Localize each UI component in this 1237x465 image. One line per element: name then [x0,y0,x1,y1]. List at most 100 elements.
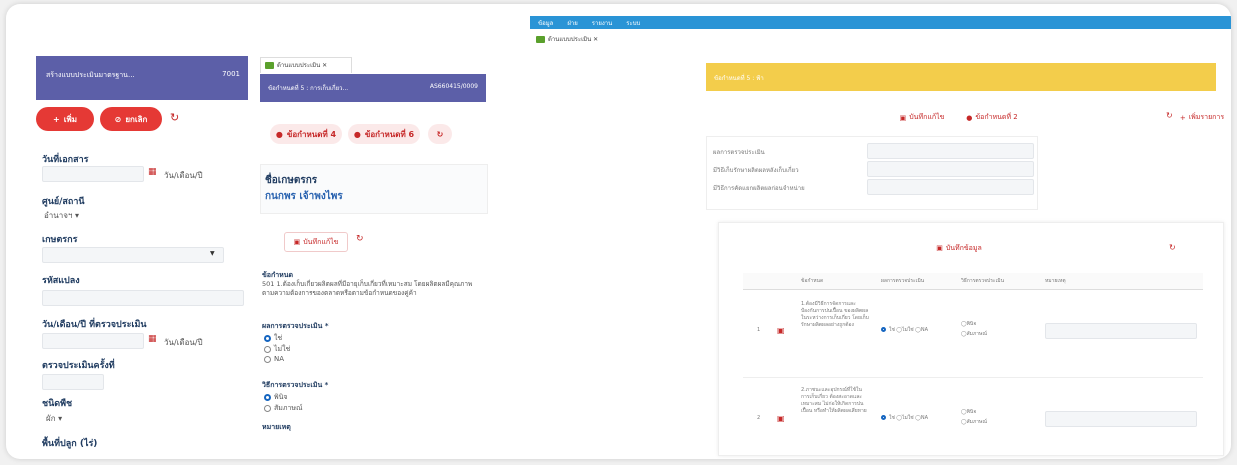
info-label-1: ผลการตรวจประเมิน [713,149,765,156]
save-icon: ▣ [936,244,943,252]
farmer-select[interactable] [42,247,224,263]
row-number: 2 [757,415,761,421]
row-method-1[interactable]: ◯พินิจ [961,321,976,328]
method-option-inspect-label: พินิจ [274,393,288,401]
row-result[interactable]: ใช่ ◯ไม่ใช่ ◯NA [881,327,928,334]
method-option-interview[interactable]: สัมภาษณ์ [264,403,303,414]
col-header-note: หมายเหตุ [1045,278,1066,284]
right-tab[interactable]: ด้านแบบประเมิน ✕ [536,34,598,44]
row-note-input[interactable] [1045,411,1197,427]
cancel-button[interactable]: ⊘ ยกเลิก [100,107,162,131]
calendar-icon[interactable]: ▦ [148,334,157,344]
row-method-1[interactable]: ◯พินิจ [961,409,976,416]
add-item-button[interactable]: + เพิ่มรายการ [1176,110,1228,125]
nav-item-data[interactable]: ข้อมูล [538,18,553,28]
crop-select-value: ผัก [46,414,56,423]
assessor-label: ตรวจประเมินครั้งที่ [42,361,115,371]
inner-save-button[interactable]: ▣ บันทึกข้อมูล [931,241,987,255]
info-label-3: มีวิธีการคัดแยกผลิตผลก่อนจำหน่าย [713,185,805,192]
sheet-icon [265,62,274,69]
info-value-2 [867,161,1034,177]
add-button[interactable]: + เพิ่ม [36,107,94,131]
requirement-text: 501 1.ต้องเก็บเกี่ยวผลิตผลที่มีอายุเก็บเ… [262,280,473,297]
add-button-label: เพิ่ม [63,114,77,124]
plot-input[interactable] [42,290,244,306]
circle-icon: ● [966,113,973,122]
requirement-6-label: ข้อกำหนดที่ 6 [364,129,415,139]
result-option-na[interactable]: NA [264,355,284,363]
radio-selected [264,393,271,401]
refresh-icon[interactable]: ↻ [1169,243,1176,252]
result-option-no-label: ไม่ใช่ [274,345,291,353]
crop-select[interactable]: ผัก ▾ [46,412,62,425]
requirement-6-button[interactable]: ● ข้อกำหนดที่ 6 [348,124,420,144]
center-select[interactable]: อำนาจฯ ▾ [44,209,79,222]
sheet-icon [536,36,545,43]
crop-label: ชนิดพืช [42,399,73,409]
refresh-icon[interactable]: ↻ [170,111,179,124]
radio-selected [264,334,271,342]
doc-date-input[interactable] [42,166,144,182]
save-edit-button[interactable]: ▣ บันทึกแก้ไข [284,232,348,252]
table-row: 2 ▣ 2.ภาชนะและอุปกรณ์ที่ใช้ในการเก็บเกี่… [743,381,1203,455]
center-select-value: อำนาจฯ [44,211,73,220]
row-result-text: ใช่ ◯ไม่ใช่ ◯NA [889,415,929,421]
refresh-icon[interactable]: ↻ [356,234,364,244]
nav-item-dept[interactable]: ฝ่าย [567,18,577,28]
right-save-label: บันทึกแก้ไข [909,113,945,121]
radio-selected [881,415,886,420]
close-icon[interactable]: ✕ [322,62,327,69]
inner-save-label: บันทึกข้อมูล [945,243,982,252]
requirement-2-button[interactable]: ● ข้อกำหนดที่ 2 [956,110,1028,125]
edit-icon[interactable]: ▣ [777,414,785,423]
refresh-button[interactable]: ↻ [428,124,452,144]
chevron-down-icon: ▼ [210,250,215,257]
result-option-yes[interactable]: ใช่ [264,333,282,344]
save-icon: ▣ [293,238,301,246]
table-row: 1 ▣ 1.ต้องมีวิธีการจัดการและป้องกันการปน… [743,293,1203,378]
row-number: 1 [757,327,761,333]
farmer-name: กนกพร เจ้าพงไพร [265,191,343,202]
result-option-no[interactable]: ไม่ใช่ [264,344,290,355]
farmer-card: ชื่อเกษตรกร กนกพร เจ้าพงไพร [260,164,488,214]
row-result[interactable]: ใช่ ◯ไม่ใช่ ◯NA [881,415,928,422]
info-value-3 [867,179,1034,195]
requirement-4-button[interactable]: ● ข้อกำหนดที่ 4 [270,124,342,144]
left-header: สร้างแบบประเมินมาตรฐาน... 7001 [36,56,248,100]
calendar-icon[interactable]: ▦ [148,167,157,177]
left-header-title: สร้างแบบประเมินมาตรฐาน... [46,71,135,79]
col-header-requirement: ข้อกำหนด [801,278,824,284]
doc-date-placeholder: วัน/เดือน/ปี [164,171,203,180]
refresh-icon[interactable]: ↻ [1166,111,1173,120]
result-option-na-label: NA [274,355,285,363]
right-save-button[interactable]: ▣ บันทึกแก้ไข [891,110,953,125]
circle-icon: ● [353,129,361,139]
row-note-input[interactable] [1045,323,1197,339]
assess-date-label: วัน/เดือน/ปี ที่ตรวจประเมิน [42,320,147,330]
edit-icon[interactable]: ▣ [777,326,785,335]
row-requirement-text: 2.ภาชนะและอุปกรณ์ที่ใช้ในการเก็บเกี่ยว ต… [801,387,867,414]
middle-tab[interactable]: ด้านแบบประเมิน ✕ [260,57,352,73]
info-value-1 [867,143,1034,159]
nav-item-system[interactable]: ระบบ [626,18,640,28]
row-method-2-text: สัมภาษณ์ [966,419,987,425]
screenshot-frame: สร้างแบบประเมินมาตรฐาน... 7001 + เพิ่ม ⊘ ย… [6,4,1231,459]
farmer-label: เกษตรกร [42,235,78,245]
row-method-2-text: สัมภาษณ์ [966,331,987,337]
note-heading: หมายเหตุ [262,423,291,431]
nav-item-report[interactable]: รายงาน [592,18,613,28]
assessor-input[interactable] [42,374,104,390]
close-icon[interactable]: ✕ [593,36,598,43]
info-label-2: มีวิธีเก็บรักษาผลิตผลหลังเก็บเกี่ยว [713,167,799,174]
method-option-inspect[interactable]: พินิจ [264,392,288,403]
row-requirement-text: 1.ต้องมีวิธีการจัดการและป้องกันการปนเปื้… [801,301,869,328]
add-item-label: เพิ่มรายการ [1188,113,1225,121]
doc-date-label: วันที่เอกสาร [42,155,89,165]
row-method-2[interactable]: ◯สัมภาษณ์ [961,331,987,338]
row-method-1-text: พินิจ [966,321,977,327]
top-nav-bar: ข้อมูล ฝ่าย รายงาน ระบบ [530,16,1231,29]
middle-header-code: AS660415/0009 [429,83,478,90]
assess-date-input[interactable] [42,333,144,349]
row-method-2[interactable]: ◯สัมภาษณ์ [961,419,987,426]
assess-date-placeholder: วัน/เดือน/ปี [164,338,203,347]
